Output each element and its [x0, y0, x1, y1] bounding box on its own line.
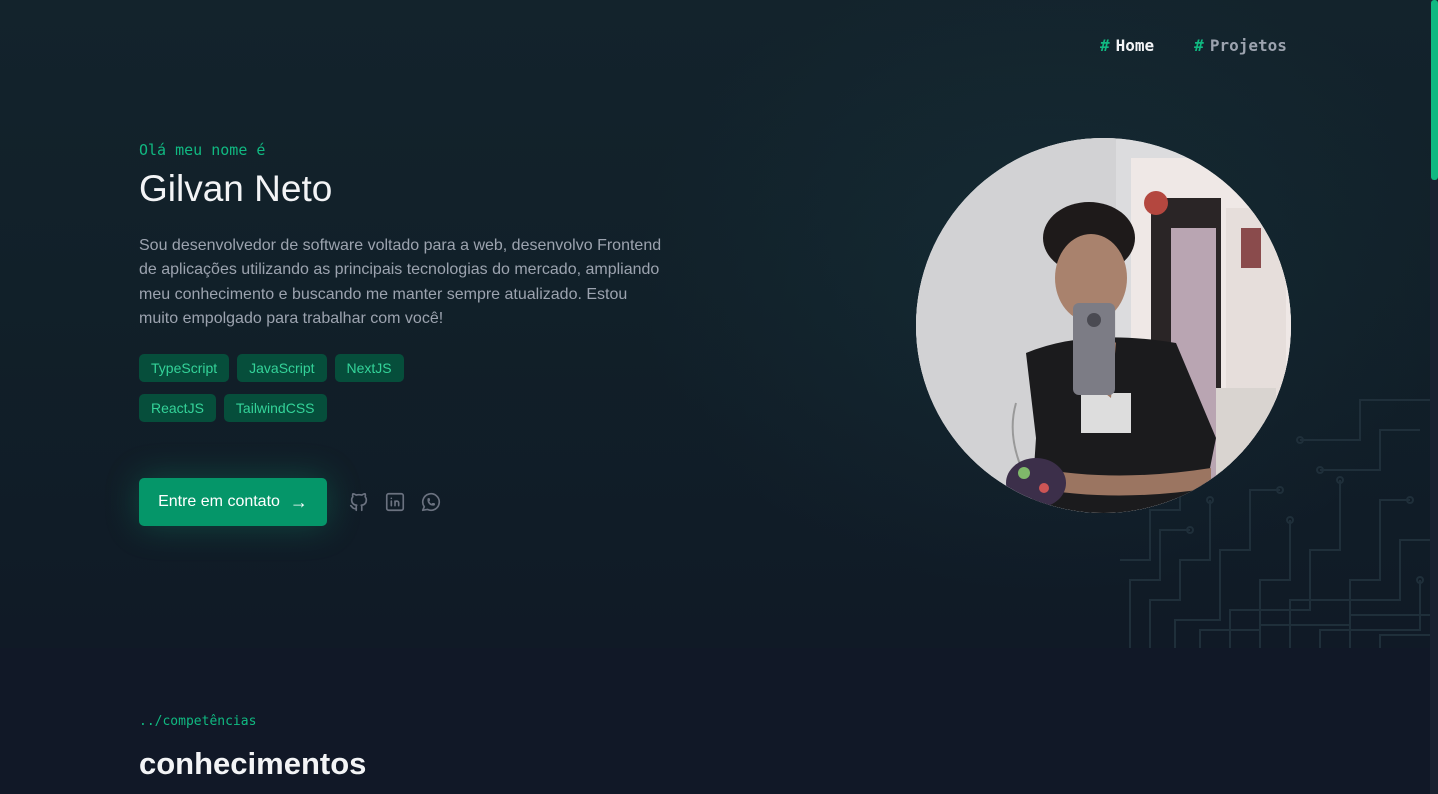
tech-tag: JavaScript	[237, 354, 327, 382]
whatsapp-icon[interactable]	[420, 491, 442, 513]
nav-home-label: Home	[1115, 36, 1155, 55]
contact-button[interactable]: Entre em contato →	[139, 478, 327, 526]
page: # Home # Projetos Olá meu nome é Gilvan …	[0, 0, 1438, 794]
tech-tag: TailwindCSS	[223, 394, 327, 422]
scrollbar-thumb[interactable]	[1431, 0, 1438, 180]
nav-hash: #	[1194, 36, 1204, 55]
top-nav: # Home # Projetos	[1100, 36, 1287, 55]
nav-hash: #	[1100, 36, 1110, 55]
nav-home-link[interactable]: # Home	[1100, 36, 1154, 55]
social-links	[348, 491, 442, 513]
contact-button-label: Entre em contato	[158, 493, 280, 510]
section-title: conhecimentos	[139, 746, 367, 781]
hero-name: Gilvan Neto	[139, 168, 333, 209]
linkedin-icon[interactable]	[384, 491, 406, 513]
tech-tags: TypeScript JavaScript NextJS ReactJS Tai…	[139, 354, 439, 422]
section-subtitle: ../competências	[139, 714, 257, 729]
nav-projetos-link[interactable]: # Projetos	[1194, 36, 1287, 55]
hero-greeting: Olá meu nome é	[139, 141, 266, 159]
tech-tag: ReactJS	[139, 394, 216, 422]
hero-section: # Home # Projetos Olá meu nome é Gilvan …	[0, 0, 1430, 648]
profile-avatar	[916, 138, 1291, 513]
tech-tag: NextJS	[334, 354, 404, 382]
tech-tag: TypeScript	[139, 354, 230, 382]
hero-bio: Sou desenvolvedor de software voltado pa…	[139, 237, 662, 327]
arrow-right-icon: →	[289, 491, 308, 512]
github-icon[interactable]	[348, 491, 370, 513]
profile-photo	[916, 138, 1291, 513]
nav-projetos-label: Projetos	[1209, 36, 1287, 55]
